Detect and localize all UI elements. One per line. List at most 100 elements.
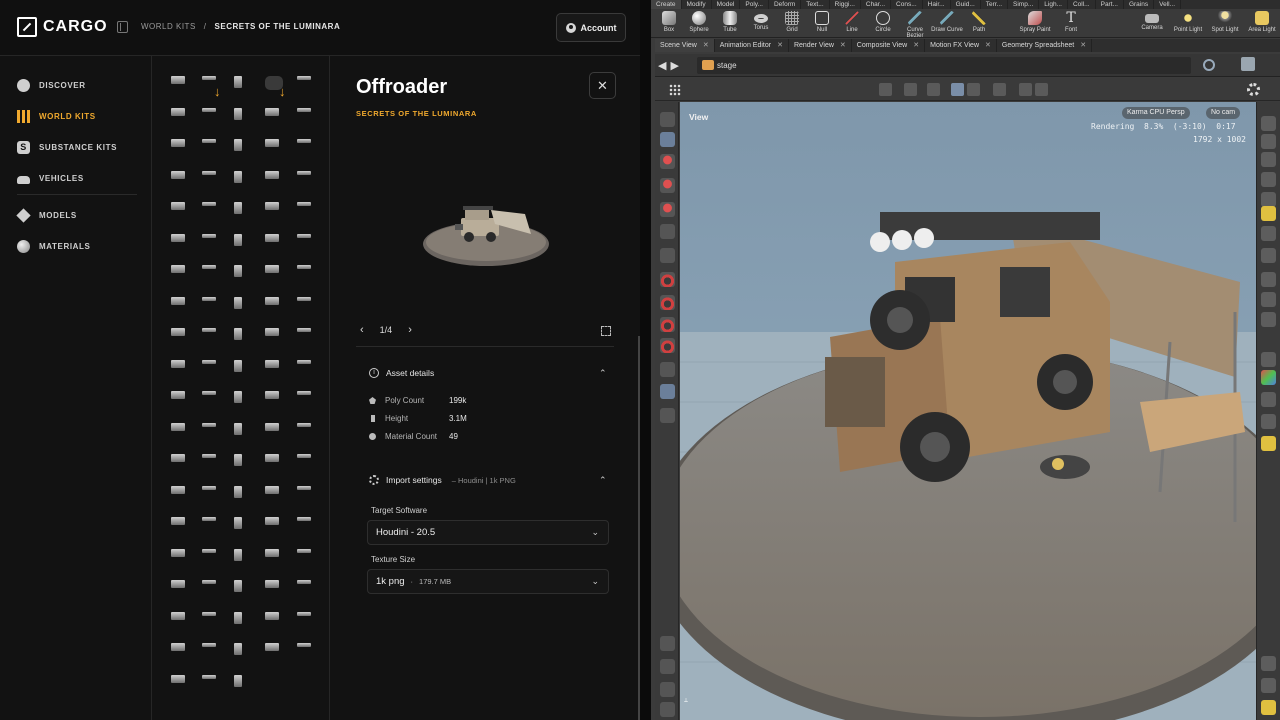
asset-thumbnail[interactable] [202, 359, 216, 364]
settings-icon[interactable] [1247, 83, 1260, 96]
asset-thumbnail[interactable] [297, 422, 311, 427]
shelf-tab[interactable]: Riggi... [830, 0, 861, 9]
asset-thumbnail[interactable] [234, 359, 242, 372]
shelf-tab[interactable]: Create [651, 0, 682, 9]
asset-thumbnail[interactable] [297, 517, 311, 521]
asset-thumbnail[interactable] [234, 265, 242, 277]
asset-thumbnail[interactable] [297, 328, 311, 332]
asset-details-header[interactable]: i Asset details [369, 368, 434, 378]
asset-thumbnail[interactable] [234, 328, 242, 340]
asset-thumbnail[interactable] [234, 233, 242, 246]
right-tool-icon[interactable] [1261, 152, 1276, 167]
left-tool-icon[interactable] [660, 295, 675, 310]
right-tool-icon[interactable] [1261, 656, 1276, 671]
asset-thumbnail[interactable] [171, 643, 185, 651]
asset-thumbnail[interactable] [234, 139, 242, 151]
shelf-tool-circle[interactable]: Circle [867, 11, 899, 33]
sidebar-item-substance-kits[interactable]: S SUBSTANCE KITS [17, 140, 117, 154]
asset-thumbnail[interactable] [171, 580, 185, 588]
pin-icon[interactable] [1203, 59, 1215, 71]
asset-thumbnail[interactable] [171, 139, 185, 147]
asset-thumbnail[interactable] [171, 548, 185, 557]
asset-thumbnail[interactable] [297, 170, 311, 175]
asset-thumbnail[interactable] [297, 454, 311, 458]
left-tool-icon[interactable] [660, 362, 675, 377]
sidebar-item-models[interactable]: MODELS [16, 207, 77, 223]
left-tool-icon[interactable] [660, 132, 675, 147]
shelf-tool-camera[interactable]: Camera [1136, 11, 1168, 31]
asset-thumbnail[interactable] [171, 76, 185, 84]
asset-thumbnail[interactable] [171, 170, 185, 179]
asset-thumbnail[interactable] [202, 548, 216, 553]
asset-thumbnail[interactable] [265, 517, 279, 525]
shelf-tab[interactable]: Terr... [981, 0, 1009, 9]
record-icon[interactable] [993, 83, 1006, 96]
shelf-tab[interactable]: Char... [861, 0, 892, 9]
right-tool-icon[interactable] [1261, 116, 1276, 131]
pane-tab[interactable]: Composite View ✕ [852, 39, 926, 52]
asset-thumbnail[interactable] [171, 454, 185, 462]
asset-thumbnail[interactable] [297, 485, 311, 490]
collapse-sidebar-icon[interactable] [117, 21, 128, 33]
shelf-tool-curve-bezier[interactable]: Curve Bezier [899, 11, 931, 39]
left-tool-icon[interactable] [660, 384, 675, 399]
light-toggle-icon[interactable] [1035, 83, 1048, 96]
pane-tab[interactable]: Render View ✕ [789, 39, 852, 52]
breadcrumb-root[interactable]: WORLD KITS [141, 22, 196, 31]
shelf-tab[interactable]: Guid... [951, 0, 981, 9]
asset-thumbnail[interactable] [202, 454, 216, 458]
asset-thumbnail[interactable] [265, 233, 279, 242]
asset-thumbnail[interactable] [202, 611, 216, 616]
path-field[interactable]: stage [697, 57, 1191, 74]
shelf-tab[interactable]: Text... [801, 0, 830, 9]
shelf-tab[interactable]: Simp... [1008, 0, 1040, 9]
asset-kit-name[interactable]: SECRETS OF THE LUMINARA [356, 109, 477, 118]
asset-thumbnail[interactable] [265, 359, 279, 368]
right-tool-icon[interactable] [1261, 134, 1276, 149]
asset-thumbnail[interactable] [265, 265, 279, 273]
asset-thumbnail[interactable] [234, 548, 242, 561]
left-tool-icon[interactable] [660, 317, 675, 332]
texture-size-select[interactable]: 1k png · 179.7 MB ⌄ [367, 569, 609, 594]
asset-thumbnail[interactable] [265, 328, 279, 336]
shelf-tool-spot-light[interactable]: Spot Light [1209, 11, 1241, 33]
close-tab-icon[interactable]: ✕ [1080, 39, 1086, 52]
asset-thumbnail[interactable] [297, 643, 311, 647]
right-tool-icon[interactable] [1261, 414, 1276, 429]
left-tool-icon[interactable] [660, 202, 675, 217]
shelf-tool-null[interactable]: Null [806, 11, 838, 33]
asset-thumbnail[interactable] [297, 611, 311, 616]
close-tab-icon[interactable]: ✕ [985, 39, 991, 52]
right-tool-icon[interactable] [1261, 678, 1276, 693]
asset-thumbnail[interactable] [234, 643, 242, 655]
asset-thumbnail[interactable] [202, 391, 216, 395]
shelf-tab[interactable]: Grains [1124, 0, 1155, 9]
shelf-tab[interactable]: Modify [682, 0, 712, 9]
left-tool-icon[interactable] [660, 248, 675, 263]
account-button[interactable]: Account [556, 13, 626, 42]
asset-thumbnail[interactable] [171, 265, 185, 273]
close-tab-icon[interactable]: ✕ [840, 39, 846, 52]
shelf-tab[interactable]: Model [712, 0, 741, 9]
shelf-tab[interactable]: Part... [1096, 0, 1124, 9]
shelf-tool-sphere[interactable]: Sphere [683, 11, 715, 33]
asset-thumbnail[interactable] [297, 107, 311, 112]
asset-thumbnail[interactable] [234, 454, 242, 466]
asset-thumbnail[interactable] [171, 359, 185, 368]
pane-tab[interactable]: Motion FX View ✕ [925, 39, 997, 52]
asset-thumbnail[interactable] [202, 328, 216, 332]
shelf-tool-point-light[interactable]: Point Light [1172, 11, 1204, 33]
asset-thumbnail[interactable] [265, 611, 279, 620]
snapshot-icon[interactable] [1019, 83, 1032, 96]
asset-thumbnail[interactable] [265, 107, 279, 116]
shelf-tool-path[interactable]: Path [963, 11, 995, 33]
scene-viewport[interactable]: View Karma CPU Persp No cam Rendering 8.… [680, 102, 1256, 720]
shelf-tab[interactable]: Deform [769, 0, 802, 9]
close-tab-icon[interactable]: ✕ [913, 39, 919, 52]
asset-thumbnail[interactable] [202, 296, 216, 301]
asset-thumbnail[interactable] [265, 139, 279, 147]
sidebar-item-discover[interactable]: DISCOVER [17, 78, 86, 92]
menu-dots-icon[interactable] [669, 84, 681, 96]
right-tool-icon[interactable] [1261, 700, 1276, 715]
shelf-tab[interactable]: Ligh... [1039, 0, 1068, 9]
